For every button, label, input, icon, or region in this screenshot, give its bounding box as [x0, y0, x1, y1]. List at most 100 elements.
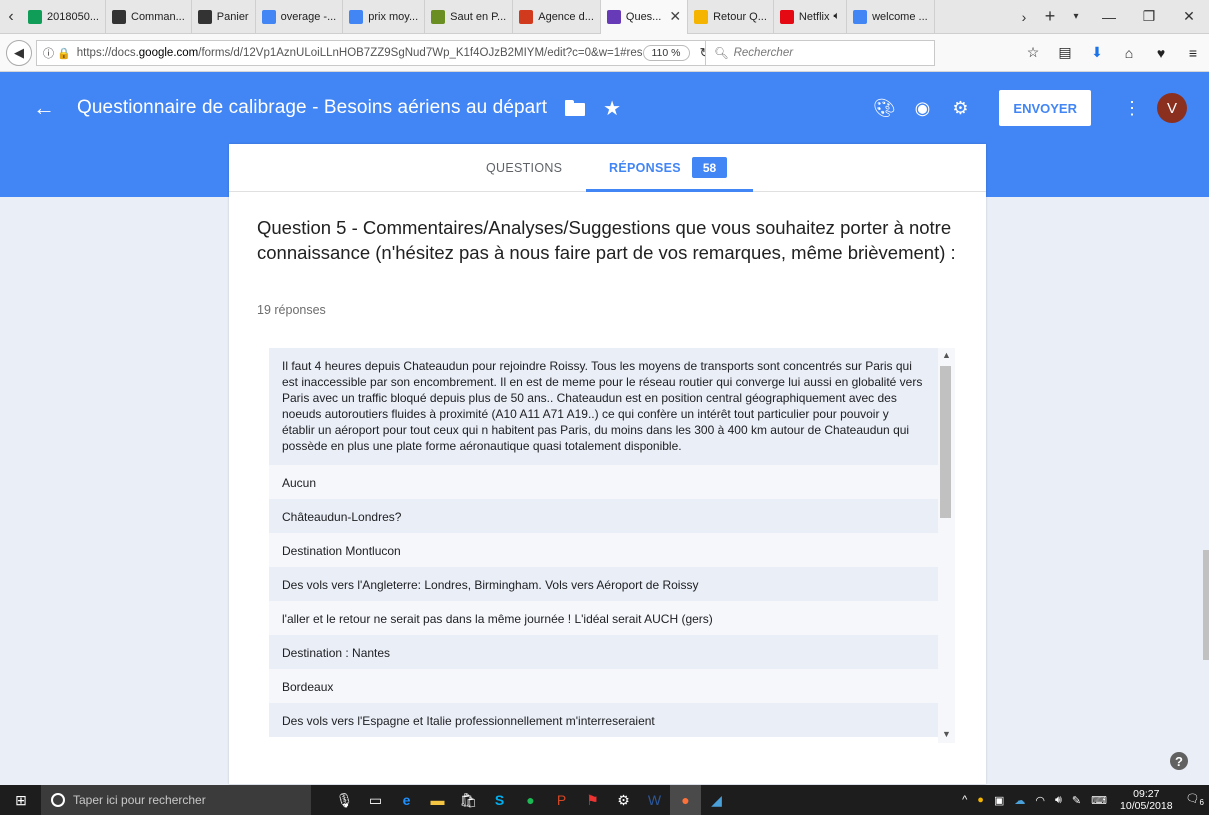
pen-icon[interactable]: ✎	[1072, 794, 1081, 807]
browser-tab[interactable]: Saut en P...	[425, 0, 514, 34]
tab-responses[interactable]: RÉPONSES	[609, 161, 681, 175]
response-count-badge: 58	[692, 157, 727, 178]
browser-tab[interactable]: Agence d...	[513, 0, 601, 34]
agency-icon	[519, 9, 534, 24]
browser-tab-label: Saut en P...	[450, 10, 507, 23]
bookmark-star-icon[interactable]: ☆	[1017, 44, 1049, 61]
speaker-icon[interactable]: 🔈︎	[833, 10, 840, 23]
firefox-icon[interactable]: ●	[670, 785, 701, 815]
store-icon[interactable]: 🛍︎	[453, 785, 484, 815]
onedrive-icon[interactable]: ☁	[1014, 794, 1025, 807]
answer-item: Des vols vers l'Espagne et Italie profes…	[269, 703, 955, 737]
notifications-icon[interactable]: 🗨︎6	[1186, 792, 1204, 807]
google-icon	[349, 9, 364, 24]
keyboard-icon[interactable]: ⌨	[1091, 794, 1107, 807]
back-arrow-icon[interactable]: ←	[33, 95, 57, 121]
page-scrollbar-thumb[interactable]	[1203, 550, 1209, 660]
close-window-icon[interactable]: ✕	[1169, 0, 1209, 34]
browser-tab[interactable]: Ques... ✕	[600, 0, 689, 34]
avatar[interactable]: V	[1157, 93, 1187, 123]
palette-icon[interactable]: 🎨︎	[865, 98, 903, 119]
app-icon[interactable]: ◢	[701, 785, 732, 815]
eye-preview-icon[interactable]: ◉	[903, 98, 941, 119]
tab-scroll-left-icon[interactable]: ‹	[0, 0, 22, 34]
url-prefix: https://docs.	[76, 46, 139, 59]
star-icon[interactable]: ★	[603, 96, 621, 121]
skype-icon[interactable]: S	[484, 785, 515, 815]
pencil-icon	[694, 9, 709, 24]
cortana-icon	[51, 793, 65, 807]
help-icon[interactable]: ?	[1170, 752, 1188, 770]
microphone-icon[interactable]: 🎙︎	[329, 785, 360, 815]
download-icon[interactable]: ⬇	[1081, 44, 1113, 61]
tab-list-icon[interactable]: ▾	[1063, 0, 1089, 34]
menu-hamburger-icon[interactable]: ≡	[1177, 45, 1209, 61]
answers-scroll-thumb[interactable]	[940, 366, 951, 518]
folder-icon[interactable]	[565, 100, 586, 116]
answers-scrollbar[interactable]: ▲ ▼	[938, 348, 955, 743]
answer-item: Châteaudun-Londres?	[269, 499, 955, 533]
tab-scroll-right-icon[interactable]: ›	[1011, 0, 1037, 34]
browser-tab-label: prix moy...	[368, 10, 419, 23]
restore-icon[interactable]: ❐	[1129, 0, 1169, 34]
browser-tab[interactable]: Retour Q...	[688, 0, 774, 34]
url-path: /forms/d/12Vp1AznULoiLLnHOB7ZZ9SgNud7Wp_…	[198, 46, 643, 59]
browser-tab[interactable]: Panier	[192, 0, 256, 34]
google-icon	[853, 9, 868, 24]
clock[interactable]: 09:27 10/05/2018	[1120, 788, 1173, 812]
browser-tab-label: welcome ...	[872, 10, 928, 23]
answer-item: Il faut 4 heures depuis Chateaudun pour …	[269, 348, 955, 465]
home-icon[interactable]: ⌂	[1113, 45, 1145, 61]
zoom-level-badge[interactable]: 110 %	[642, 44, 690, 61]
task-view-icon[interactable]: ▭	[360, 785, 391, 815]
wifi-icon[interactable]: ◠	[1035, 794, 1045, 807]
file-explorer-icon[interactable]: ▬	[422, 785, 453, 815]
form-title[interactable]: Questionnaire de calibrage - Besoins aér…	[77, 97, 547, 119]
notifications-count: 6	[1199, 798, 1204, 808]
settings-gear-icon[interactable]: ⚙	[941, 98, 979, 119]
browser-back-button[interactable]: ◀	[6, 39, 32, 66]
powerpoint-icon[interactable]: P	[546, 785, 577, 815]
browser-tab-label: Netflix	[798, 10, 830, 23]
browser-tab[interactable]: welcome ...	[847, 0, 935, 34]
tray-chevron-icon[interactable]: ^	[962, 794, 967, 806]
pocket-icon[interactable]: ♥	[1145, 45, 1177, 61]
url-bar[interactable]: ⓘ 🔒 https://docs. google.com/forms/d/12Vp…	[36, 39, 706, 66]
clock-date: 10/05/2018	[1120, 800, 1173, 812]
tab-questions[interactable]: QUESTIONS	[486, 161, 562, 175]
scroll-up-icon[interactable]: ▲	[942, 350, 951, 360]
answers-list[interactable]: Il faut 4 heures depuis Chateaudun pour …	[269, 348, 955, 743]
google-icon	[261, 9, 276, 24]
search-icon: 🔍︎	[714, 47, 729, 60]
spotify-icon[interactable]: ●	[515, 785, 546, 815]
browser-tab-label: overage -...	[280, 10, 337, 23]
browser-tab[interactable]: 2018050...	[22, 0, 106, 34]
browser-tab[interactable]: Netflix 🔈︎	[774, 0, 848, 34]
taskbar-search-placeholder: Taper ici pour rechercher	[73, 793, 206, 807]
reading-list-icon[interactable]: ▤	[1049, 44, 1081, 61]
settings-icon[interactable]: ⚙	[608, 785, 639, 815]
volume-icon[interactable]: 🔊︎	[1055, 794, 1062, 807]
response-count-text: 19 réponses	[257, 303, 326, 317]
edge-browser-icon[interactable]: e	[391, 785, 422, 815]
new-tab-icon[interactable]: +	[1037, 0, 1063, 34]
more-vert-icon[interactable]: ⋮	[1115, 98, 1149, 119]
circle-g-icon	[112, 9, 126, 24]
browser-tab[interactable]: Comman...	[106, 0, 192, 34]
tray-device-icon[interactable]: ▣	[994, 794, 1004, 807]
minimize-icon[interactable]: —	[1089, 0, 1129, 34]
send-button[interactable]: ENVOYER	[999, 90, 1091, 126]
acrobat-icon[interactable]: ⚑	[577, 785, 608, 815]
scroll-down-icon[interactable]: ▼	[942, 729, 951, 739]
sheets-icon	[28, 9, 42, 24]
browser-search-input[interactable]: 🔍︎ Rechercher	[705, 39, 935, 66]
word-icon[interactable]: W	[639, 785, 670, 815]
taskbar-search-input[interactable]: Taper ici pour rechercher	[41, 785, 311, 815]
browser-tab[interactable]: overage -...	[256, 0, 344, 34]
browser-tab-strip: ‹ 2018050... Comman... Panier overage -... p…	[0, 0, 1209, 34]
tray-app-icon[interactable]: ●	[977, 794, 984, 806]
arrow-left-icon: ◀	[14, 44, 24, 60]
windows-start-icon[interactable]: ⊞	[6, 792, 36, 809]
browser-tab[interactable]: prix moy...	[343, 0, 426, 34]
close-tab-icon[interactable]: ✕	[669, 8, 681, 25]
